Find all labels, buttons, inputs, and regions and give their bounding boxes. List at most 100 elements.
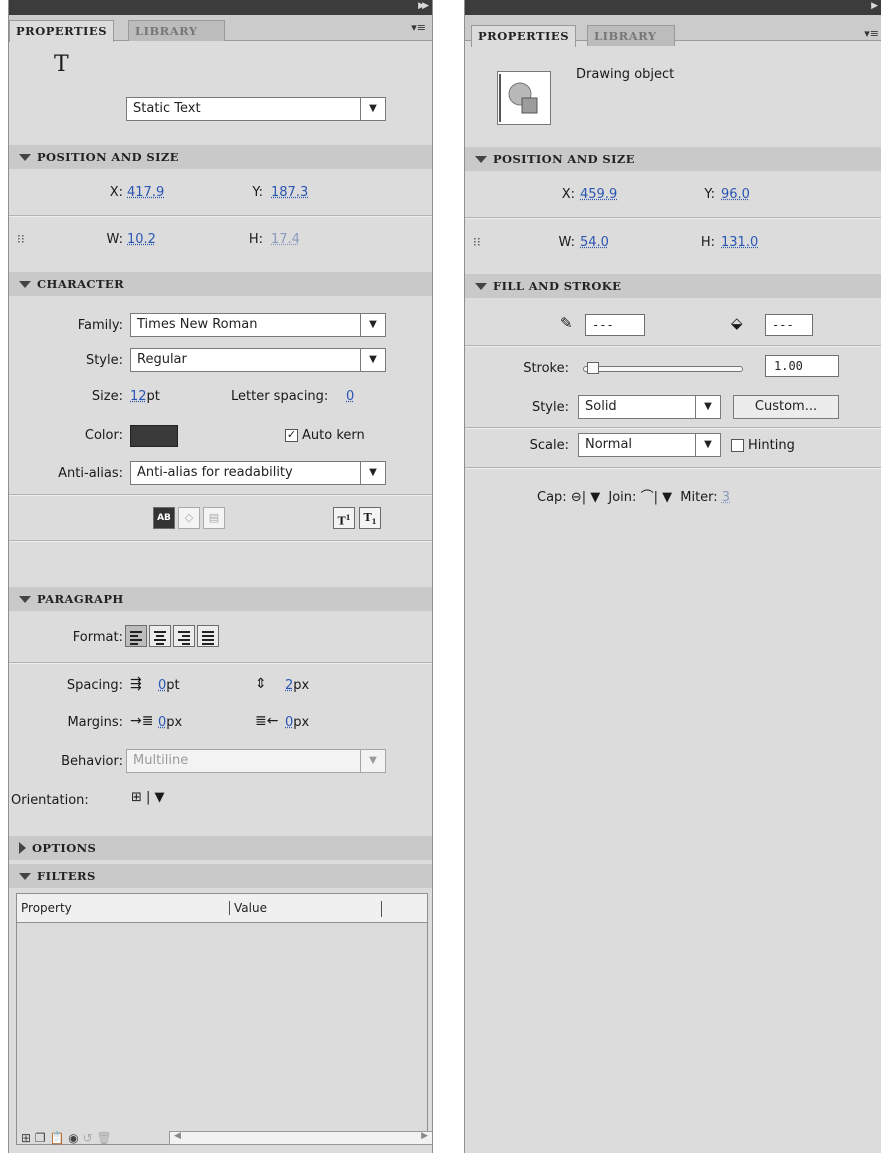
font-family-dropdown[interactable]: Times New Roman ▼: [130, 313, 386, 337]
checkbox-checked-icon[interactable]: ✓: [285, 429, 298, 442]
stroke-slider-thumb[interactable]: [586, 362, 599, 374]
divider: [465, 345, 881, 347]
reset-filter-icon[interactable]: ↺: [83, 1131, 93, 1145]
join-label: Join:: [608, 490, 637, 505]
w-value[interactable]: 10.2: [127, 232, 156, 247]
section-title: PARAGRAPH: [37, 592, 124, 606]
section-fill-stroke[interactable]: FILL AND STROKE: [465, 274, 881, 298]
font-style-dropdown[interactable]: Regular ▼: [130, 348, 386, 372]
text-type-dropdown[interactable]: Static Text ▼: [126, 97, 386, 121]
line-spacing-icon: ⇕: [255, 676, 267, 692]
x-value[interactable]: 417.9: [127, 185, 164, 200]
divider: [9, 662, 432, 664]
font-style-value: Regular: [137, 352, 187, 367]
align-center-icon[interactable]: [149, 625, 171, 647]
expanded-triangle-icon: [19, 595, 31, 603]
expanded-triangle-icon: [19, 280, 31, 288]
h-value[interactable]: 17.4: [271, 232, 300, 247]
behavior-dropdown[interactable]: Multiline ▼: [126, 749, 386, 773]
collapse-panel-icon[interactable]: ▶: [871, 1, 878, 11]
duplicate-filter-icon[interactable]: ❐: [35, 1131, 46, 1145]
scale-dropdown[interactable]: Normal ▼: [578, 433, 721, 457]
collapse-panel-icon[interactable]: ▶▶: [418, 1, 429, 11]
anti-alias-label: Anti-alias:: [58, 466, 123, 481]
section-paragraph[interactable]: PARAGRAPH: [9, 587, 432, 611]
x-label: X:: [561, 187, 575, 202]
join-dropdown[interactable]: ⌒| ▼: [641, 490, 673, 505]
hinting-checkbox[interactable]: Hinting: [731, 438, 795, 453]
section-filters[interactable]: FILTERS: [9, 864, 432, 888]
indent-field[interactable]: 0pt: [158, 678, 180, 693]
scroll-left-icon[interactable]: ◀: [174, 1131, 181, 1141]
x-value[interactable]: 459.9: [580, 187, 617, 202]
tab-library[interactable]: LIBRARY: [128, 20, 225, 41]
format-label: Format:: [72, 630, 123, 645]
panel-menu-icon[interactable]: ▾≡: [864, 27, 879, 40]
panel-title-strip: ▶: [465, 0, 881, 15]
divider: [9, 540, 432, 542]
h-value[interactable]: 131.0: [721, 235, 758, 250]
collapsed-triangle-icon: [19, 842, 26, 854]
stroke-color-box[interactable]: ---: [585, 314, 645, 336]
section-position-size[interactable]: POSITION AND SIZE: [9, 145, 432, 169]
filters-table: Property Value: [16, 893, 428, 1145]
tab-library[interactable]: LIBRARY: [587, 25, 675, 46]
border-around-text-icon[interactable]: ▤: [203, 507, 225, 529]
section-title: POSITION AND SIZE: [37, 150, 179, 164]
section-position-size[interactable]: POSITION AND SIZE: [465, 147, 881, 171]
cap-dropdown[interactable]: ⊖| ▼: [571, 490, 600, 505]
line-spacing-field[interactable]: 2px: [285, 678, 309, 693]
right-margin-field[interactable]: 0px: [285, 715, 309, 730]
y-value[interactable]: 187.3: [271, 185, 308, 200]
tab-properties[interactable]: PROPERTIES: [471, 25, 576, 47]
subscript-icon[interactable]: T1: [359, 507, 381, 529]
right-margin-icon: ≣←: [255, 713, 279, 729]
column-value[interactable]: Value: [229, 901, 267, 915]
w-value[interactable]: 54.0: [580, 235, 609, 250]
clipboard-icon[interactable]: 📋: [49, 1131, 64, 1145]
round-cap-icon: ⊖: [570, 490, 582, 505]
lock-proportions-icon[interactable]: ⁝⁝: [17, 232, 25, 246]
letter-spacing-value[interactable]: 0: [346, 389, 354, 404]
stroke-label: Stroke:: [523, 361, 569, 376]
align-right-icon[interactable]: [173, 625, 195, 647]
text-color-swatch[interactable]: [130, 425, 178, 447]
section-character[interactable]: CHARACTER: [9, 272, 432, 296]
justify-icon[interactable]: [197, 625, 219, 647]
scroll-right-icon[interactable]: ▶: [421, 1131, 428, 1141]
tab-properties[interactable]: PROPERTIES: [9, 20, 114, 42]
auto-kern-checkbox[interactable]: ✓ Auto kern: [285, 428, 365, 443]
section-options[interactable]: OPTIONS: [9, 836, 432, 860]
scale-value: Normal: [585, 437, 633, 452]
align-left-icon[interactable]: [125, 625, 147, 647]
add-filter-icon[interactable]: ⊞: [21, 1131, 31, 1145]
fill-color-box[interactable]: ---: [765, 314, 813, 336]
filters-horizontal-scrollbar[interactable]: ◀ ▶: [169, 1131, 432, 1145]
y-label: Y:: [252, 185, 263, 200]
column-property[interactable]: Property: [21, 901, 72, 915]
round-join-icon: ⌒: [640, 490, 654, 505]
stroke-style-dropdown[interactable]: Solid ▼: [578, 395, 721, 419]
checkbox-unchecked-icon[interactable]: [731, 439, 744, 452]
section-title: FILTERS: [37, 869, 96, 883]
delete-filter-icon[interactable]: 🗑: [96, 1131, 111, 1145]
orientation-dropdown[interactable]: ⊞ | ▼: [131, 790, 165, 805]
panel-menu-icon[interactable]: ▾≡: [411, 21, 426, 34]
divider: [465, 427, 881, 429]
custom-stroke-button[interactable]: Custom...: [733, 395, 839, 419]
anti-alias-dropdown[interactable]: Anti-alias for readability ▼: [130, 461, 386, 485]
left-margin-field[interactable]: 0px: [158, 715, 182, 730]
selectable-text-icon[interactable]: AB: [153, 507, 175, 529]
font-size-value[interactable]: 12: [130, 389, 147, 404]
font-size-field[interactable]: 12pt: [130, 389, 160, 404]
stroke-width-input[interactable]: 1.00: [765, 355, 839, 377]
visibility-icon[interactable]: ◉: [68, 1131, 78, 1145]
miter-value[interactable]: 3: [722, 490, 730, 505]
superscript-icon[interactable]: T1: [333, 507, 355, 529]
y-value[interactable]: 96.0: [721, 187, 750, 202]
chevron-down-icon: ▼: [360, 314, 385, 336]
lock-proportions-icon[interactable]: ⁝⁝: [473, 235, 481, 249]
render-html-icon[interactable]: ◇: [178, 507, 200, 529]
panel-tab-bar: PROPERTIES LIBRARY ▾≡: [9, 15, 432, 42]
stroke-slider[interactable]: [583, 362, 743, 374]
